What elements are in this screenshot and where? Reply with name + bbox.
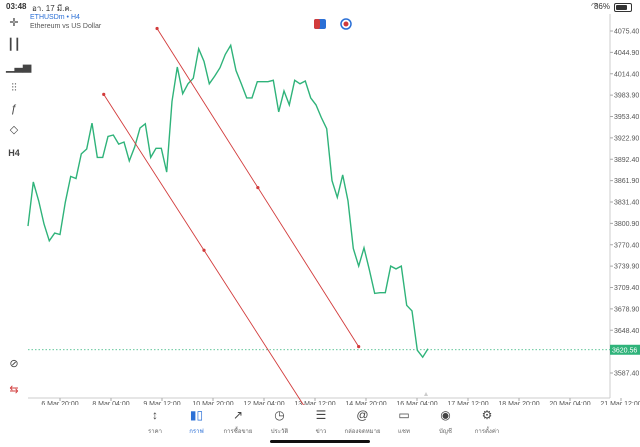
price-tick-label: 4044.90	[614, 50, 639, 57]
trendline-handle[interactable]	[357, 345, 361, 349]
price-tick-label: 3953.40	[614, 114, 639, 121]
price-tick-label: 3587.40	[614, 371, 639, 378]
trendline-handle[interactable]	[256, 185, 260, 190]
trade-badge-sell[interactable]	[314, 19, 320, 29]
scroll-marker-icon	[424, 392, 428, 396]
current-price-label: 3620.56	[612, 347, 637, 354]
price-tick-label: 4014.40	[614, 71, 639, 78]
trendline-handle[interactable]	[155, 26, 159, 31]
function-icon[interactable]: ƒ	[6, 102, 22, 116]
price-tick-label: 4075.40	[614, 29, 639, 36]
crosshair-icon[interactable]: ✛	[6, 16, 22, 30]
compass-icon[interactable]: ⊘	[6, 357, 22, 371]
price-tick-label: 3861.90	[614, 178, 639, 185]
price-tick-label: 3648.40	[614, 328, 639, 335]
refresh-icon-dot	[343, 21, 349, 27]
price-tick-label: 3892.40	[614, 157, 639, 164]
left-toolbar: ✛ ┃┃ ▁▃▅ ⫶⫶ ƒ ◇ H4 ⊘ ⇆	[0, 17, 31, 410]
nav-item-8[interactable]: ⚙ การตั้งค่า	[462, 407, 512, 436]
objects-icon[interactable]: ▁▃▅	[6, 60, 31, 74]
price-tick-label: 3678.90	[614, 306, 639, 313]
indicators-icon[interactable]: ┃┃	[6, 38, 22, 52]
trendline-handle[interactable]	[102, 92, 106, 96]
nav-icon: ⚙	[481, 408, 493, 422]
sliders-icon[interactable]: ⫶⫶	[6, 81, 22, 95]
price-tick-label: 3922.90	[614, 135, 639, 142]
nav-label: การตั้งค่า	[474, 429, 500, 435]
price-tick-label: 3800.90	[614, 221, 639, 228]
price-tick-label: 3739.90	[614, 264, 639, 271]
one-click-trading-icon[interactable]: ⇆	[6, 383, 22, 397]
shapes-icon[interactable]: ◇	[6, 123, 22, 137]
price-tick-label: 3983.90	[614, 93, 639, 100]
price-chart[interactable]: 4075.40 4044.90 4014.40 3983.90 3953.40 3922.…	[0, 0, 640, 405]
timeframe-button[interactable]: H4	[6, 146, 22, 160]
price-line-series	[27, 43, 429, 359]
price-tick-label: 3770.40	[614, 242, 639, 249]
home-indicator	[270, 440, 370, 443]
price-tick-label: 3709.40	[614, 285, 639, 292]
price-tick-label: 3831.40	[614, 200, 639, 207]
trendline-handle[interactable]	[202, 248, 206, 252]
